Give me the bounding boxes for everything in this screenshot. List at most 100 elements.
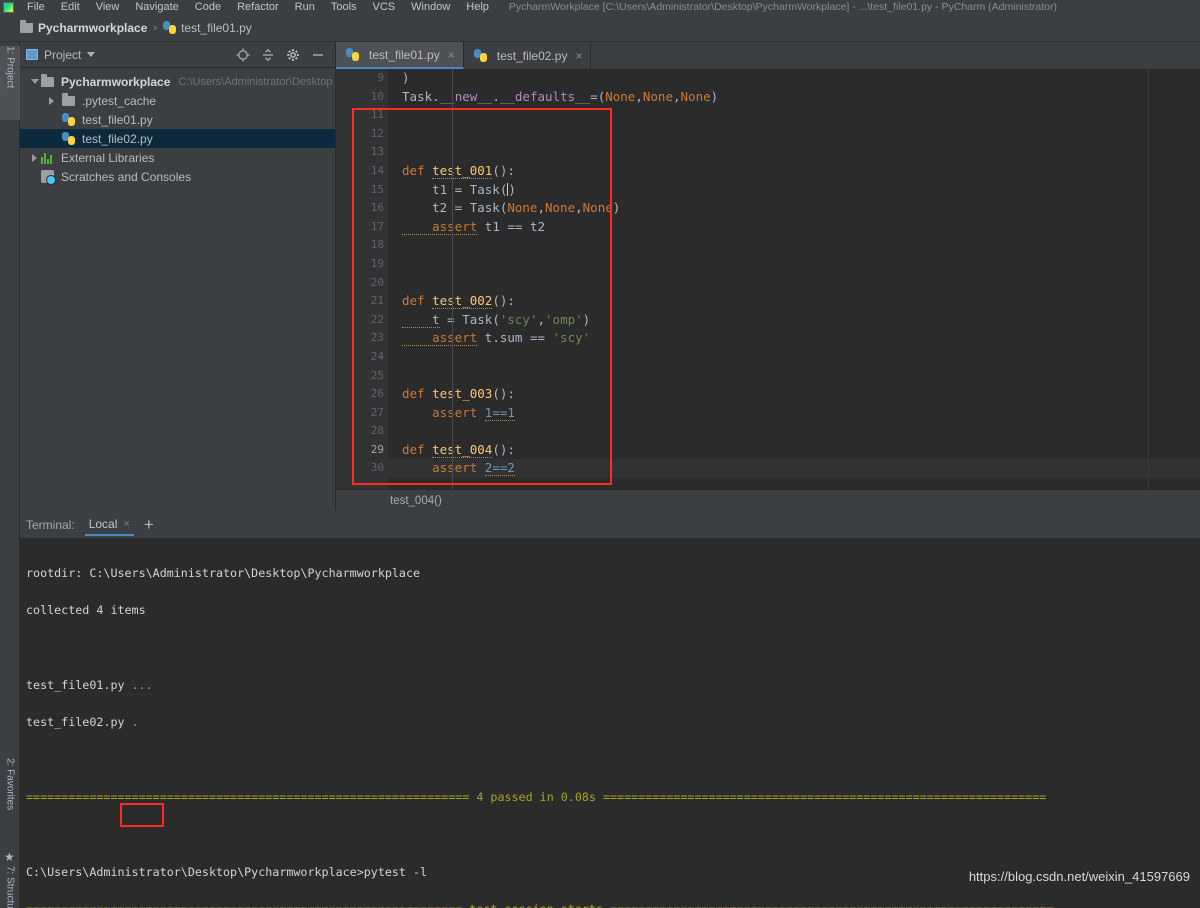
menu-item-refactor[interactable]: Refactor [229,0,287,14]
tree-row-test-file01[interactable]: test_file01.py [20,110,335,129]
tool-window-button-favorites[interactable]: 2: Favorites [0,758,20,850]
project-strip-icon [0,132,20,146]
menu-item-run[interactable]: Run [287,0,323,14]
library-icon [41,152,54,164]
gutter-line: 10 [370,89,384,103]
terminal-line: test_file02.py . [26,715,139,730]
project-panel-title: Project [44,47,82,62]
python-file-icon [62,113,75,126]
breadcrumb-separator: › [153,21,158,34]
breadcrumb-file[interactable]: test_file01.py [163,21,252,35]
code-line: assert t1 == t2 [402,218,545,235]
tree-label-pycharmworkplace: Pycharmworkplace [61,74,171,89]
code-line: assert t.sum == 'scy' [402,330,591,347]
collapse-all-icon[interactable] [261,48,275,62]
gutter-line: 22 [370,312,384,326]
close-icon[interactable]: × [575,49,582,63]
menu-item-help[interactable]: Help [458,0,497,14]
tree-row-test-file02[interactable]: test_file02.py [20,129,335,148]
locate-icon[interactable] [236,48,250,62]
menu-item-view[interactable]: View [88,0,128,14]
tool-window-button-project[interactable]: 1: Project [0,46,20,120]
close-icon[interactable]: × [448,48,455,62]
menu-item-navigate[interactable]: Navigate [127,0,186,14]
gutter-line: 21 [370,294,384,308]
terminal-tab-local[interactable]: Local × [84,513,134,536]
python-file-icon [62,132,75,145]
indent-guide [452,69,453,511]
terminal-label: Terminal: [26,517,75,532]
menu-item-edit[interactable]: Edit [53,0,88,14]
gutter-line: 19 [370,256,384,270]
editor-tab-test-file01[interactable]: test_file01.py × [336,42,464,69]
gutter-line: 14 [370,163,384,177]
terminal-line-session-start: ========================================… [26,900,1200,908]
tree-row-scratches-consoles[interactable]: Scratches and Consoles [20,167,335,186]
folder-icon [62,92,75,106]
code-line: Task.__new__.__defaults__=(None,None,Non… [402,88,719,104]
tool-window-button-structure-label: 7: Structure [4,866,16,908]
project-panel-toolbar [236,48,329,62]
terminal-line: collected 4 items [26,603,146,618]
title-bar: File Edit View Navigate Code Refactor Ru… [0,0,1200,14]
twisty-down-icon[interactable] [28,79,41,84]
twisty-right-icon[interactable] [28,153,41,162]
window-title: PycharmWorkplace [C:\Users\Administrator… [508,1,1058,13]
gutter-line: 9 [377,71,384,84]
watermark: https://blog.csdn.net/weixin_41597669 [968,869,1190,884]
tree-label-test-file01: test_file01.py [82,112,153,127]
menu-item-vcs[interactable]: VCS [365,0,404,14]
breadcrumb-project[interactable]: Pycharmworkplace [20,19,148,35]
menu-item-window[interactable]: Window [403,0,458,14]
gutter-line: 13 [370,145,384,159]
tree-row-pytest-cache[interactable]: .pytest_cache [20,91,335,110]
code-line: def test_001(): [402,162,515,179]
folder-icon [20,19,33,33]
code-line: t2 = Task(None,None,None) [402,200,621,216]
minimize-icon[interactable] [311,48,325,62]
terminal-line: test_file01.py ... [26,677,153,692]
python-file-icon [163,21,177,34]
code-line-current: assert 2==2 [388,459,1200,479]
close-icon[interactable]: × [123,518,129,530]
tool-window-button-structure[interactable]: 7: Structure [0,866,20,908]
code-line: t1 = Task() [402,181,516,197]
gutter-line: 20 [370,275,384,289]
menu-bar[interactable]: File Edit View Navigate Code Refactor Ru… [19,0,497,14]
gear-icon[interactable] [286,48,300,62]
terminal-output[interactable]: rootdir: C:\Users\Administrator\Desktop\… [20,539,1200,908]
editor-breadcrumb-bottom[interactable]: test_004() [336,489,1200,511]
menu-item-file[interactable]: File [19,0,53,14]
gutter-line: 25 [370,368,384,382]
twisty-right-icon[interactable] [45,96,58,105]
editor-tab-test-file02[interactable]: test_file02.py × [464,42,592,69]
tree-row-project-root[interactable]: Pycharmworkplace C:\Users\Administrator\… [20,72,335,91]
scratch-icon [41,170,56,185]
left-tool-strip: 1: Project 2: Favorites ★ 7: Structure [0,42,20,908]
code-canvas[interactable]: 9 10 11 12 13 14 15 16 17 18 19 20 21 22… [336,69,1200,511]
code-line: assert 1==1 [402,404,515,421]
right-margin-guide [1148,69,1149,511]
code-text[interactable]: ) Task.__new__.__defaults__=(None,None,N… [388,69,1200,511]
menu-item-tools[interactable]: Tools [323,0,365,14]
breadcrumb-project-label: Pycharmworkplace [38,20,148,35]
gutter-line: 16 [370,201,384,215]
chevron-down-icon[interactable] [87,52,96,57]
project-tree: Pycharmworkplace C:\Users\Administrator\… [20,68,335,186]
folder-icon [41,73,54,87]
add-terminal-button[interactable]: + [144,516,154,533]
menu-item-code[interactable]: Code [187,0,229,14]
gutter-line: 12 [370,126,384,140]
editor-gutter[interactable]: 9 10 11 12 13 14 15 16 17 18 19 20 21 22… [336,69,388,511]
project-tool-window: Project Pycharmworkplace C:\Users\Admini… [20,42,336,511]
pycharm-logo-icon [3,1,14,13]
code-line: def test_002(): [402,293,515,310]
tree-row-external-libraries[interactable]: External Libraries [20,148,335,167]
